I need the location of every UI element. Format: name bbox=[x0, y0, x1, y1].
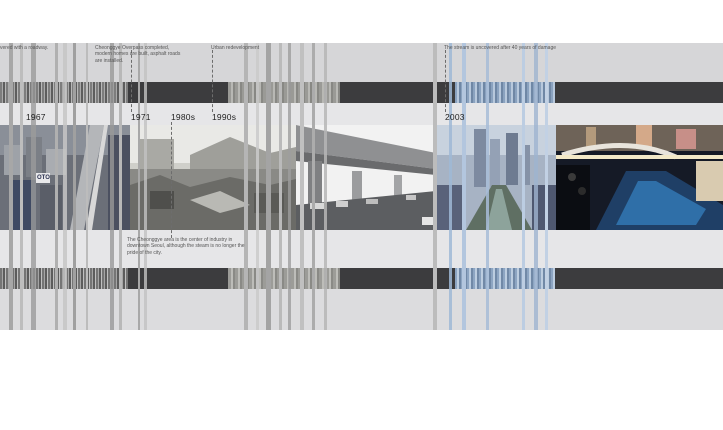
overlay-strip bbox=[110, 43, 114, 330]
overlay-strip bbox=[433, 43, 437, 330]
overlay-strip bbox=[486, 43, 489, 330]
overlay-strip bbox=[534, 43, 538, 330]
overlay-strip bbox=[288, 43, 291, 330]
connector-line bbox=[445, 50, 446, 112]
overlay-strip bbox=[144, 43, 147, 330]
note-stream-uncovered: The stream is uncovered after 40 years o… bbox=[444, 45, 557, 51]
year-1971: 1971 bbox=[131, 112, 151, 122]
year-band bbox=[0, 103, 723, 125]
overlay-strip bbox=[266, 43, 271, 330]
overlay-strip bbox=[138, 43, 140, 330]
connector-line bbox=[212, 50, 213, 112]
overlay-strip bbox=[119, 43, 122, 330]
overlay-strip bbox=[324, 43, 327, 330]
connector-line bbox=[171, 122, 172, 238]
overlay-strip bbox=[55, 43, 58, 330]
overlay-strip bbox=[31, 43, 36, 330]
year-2003: 2003 bbox=[445, 112, 465, 122]
photo-construction bbox=[436, 125, 556, 230]
photo-sign-text: OTO bbox=[37, 175, 50, 181]
year-1967: 1967 bbox=[26, 112, 46, 122]
photo-overpass bbox=[296, 125, 436, 230]
photo-shantytown bbox=[130, 125, 296, 230]
overlay-strip bbox=[300, 43, 304, 330]
overlay-strip bbox=[312, 43, 315, 330]
overlay-strip bbox=[20, 43, 23, 330]
texture-strip bbox=[455, 82, 555, 103]
overlay-strip bbox=[9, 43, 13, 330]
overlay-strip bbox=[256, 43, 259, 330]
texture-strip bbox=[455, 268, 555, 289]
overlay-strip bbox=[522, 43, 525, 330]
year-1990s: 1990s bbox=[212, 112, 237, 122]
note-industry: The Cheonggye area is the center of indu… bbox=[127, 237, 245, 256]
lower-caption-band bbox=[0, 230, 723, 268]
overlay-strip bbox=[86, 43, 88, 330]
timeline-diagram: OTO vered with a roadway. Cheonggye Over… bbox=[0, 0, 723, 430]
photo-restored-stream bbox=[556, 125, 723, 230]
overlay-strip bbox=[279, 43, 282, 330]
bottom-band bbox=[0, 289, 723, 330]
year-1980s: 1980s bbox=[171, 112, 196, 122]
note-redevelopment: Urban redevelopment bbox=[211, 45, 260, 51]
overlay-strip bbox=[63, 43, 67, 330]
overlay-strip bbox=[244, 43, 248, 330]
overlay-strip bbox=[449, 43, 452, 330]
note-overpass: Cheonggye Overpass completed, modern hom… bbox=[95, 45, 181, 64]
note-roadway: vered with a roadway. bbox=[0, 45, 49, 51]
overlay-strip bbox=[462, 43, 466, 330]
overlay-strip bbox=[545, 43, 548, 330]
overlay-strip bbox=[73, 43, 76, 330]
